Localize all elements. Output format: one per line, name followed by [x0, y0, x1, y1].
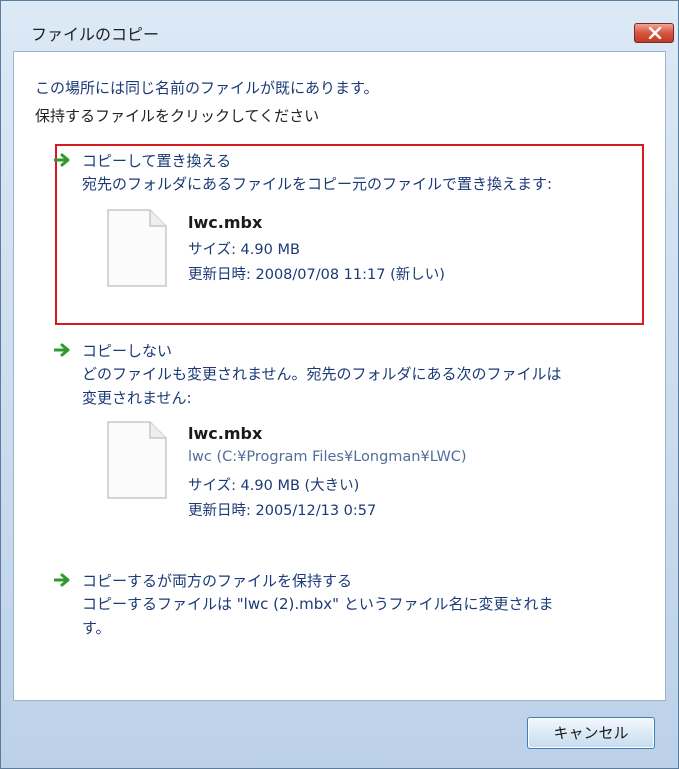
option-description-line1: コピーするファイルは "lwc (2).mbx" というファイル名に変更されま [82, 595, 554, 613]
document-icon [107, 209, 167, 287]
option-title: コピーして置き換える [82, 152, 232, 170]
option-title: コピーしない [82, 342, 173, 360]
option-description-line2: す。 [82, 619, 111, 637]
cancel-button[interactable]: キャンセル [527, 717, 655, 749]
close-icon [648, 27, 662, 39]
green-arrow-icon [54, 573, 70, 587]
dialog-content: この場所には同じ名前のファイルが既にあります。 保持するファイルをクリックしてく… [13, 51, 666, 701]
file-size: サイズ: 4.90 MB [188, 242, 300, 258]
green-arrow-icon [54, 343, 70, 357]
document-icon [107, 421, 167, 499]
close-button[interactable] [634, 23, 674, 43]
file-name: lwc.mbx [188, 424, 263, 443]
file-modified: 更新日時: 2005/12/13 0:57 [188, 503, 377, 519]
dialog-footer: キャンセル [1, 701, 678, 768]
file-copy-dialog: ファイルのコピー この場所には同じ名前のファイルが既にあります。 保持するファイ… [0, 0, 679, 769]
file-size: サイズ: 4.90 MB (大きい) [188, 478, 360, 494]
option-description: 宛先のフォルダにあるファイルをコピー元のファイルで置き換えます: [82, 175, 553, 193]
green-arrow-icon [54, 153, 70, 167]
option-description-line1: どのファイルも変更されません。宛先のフォルダにある次のファイルは [82, 365, 562, 383]
file-modified: 更新日時: 2008/07/08 11:17 (新しい) [188, 267, 445, 283]
title-bar[interactable]: ファイルのコピー [1, 1, 678, 44]
option-description-line2: 変更されません: [82, 389, 192, 407]
file-name: lwc.mbx [188, 213, 263, 232]
file-location: lwc (C:¥Program Files¥Longman¥LWC) [188, 449, 467, 465]
option-title: コピーするが両方のファイルを保持する [82, 572, 353, 590]
intro-message: この場所には同じ名前のファイルが既にあります。 [35, 79, 379, 97]
intro-instruction: 保持するファイルをクリックしてください [35, 107, 320, 125]
window-title: ファイルのコピー [31, 25, 160, 44]
option-copy-and-replace[interactable]: コピーして置き換える 宛先のフォルダにあるファイルをコピー元のファイルで置き換え… [54, 150, 644, 320]
option-copy-keep-both[interactable]: コピーするが両方のファイルを保持する コピーするファイルは "lwc (2).m… [54, 570, 644, 650]
option-do-not-copy[interactable]: コピーしない どのファイルも変更されません。宛先のフォルダにある次のファイルは … [54, 340, 644, 530]
